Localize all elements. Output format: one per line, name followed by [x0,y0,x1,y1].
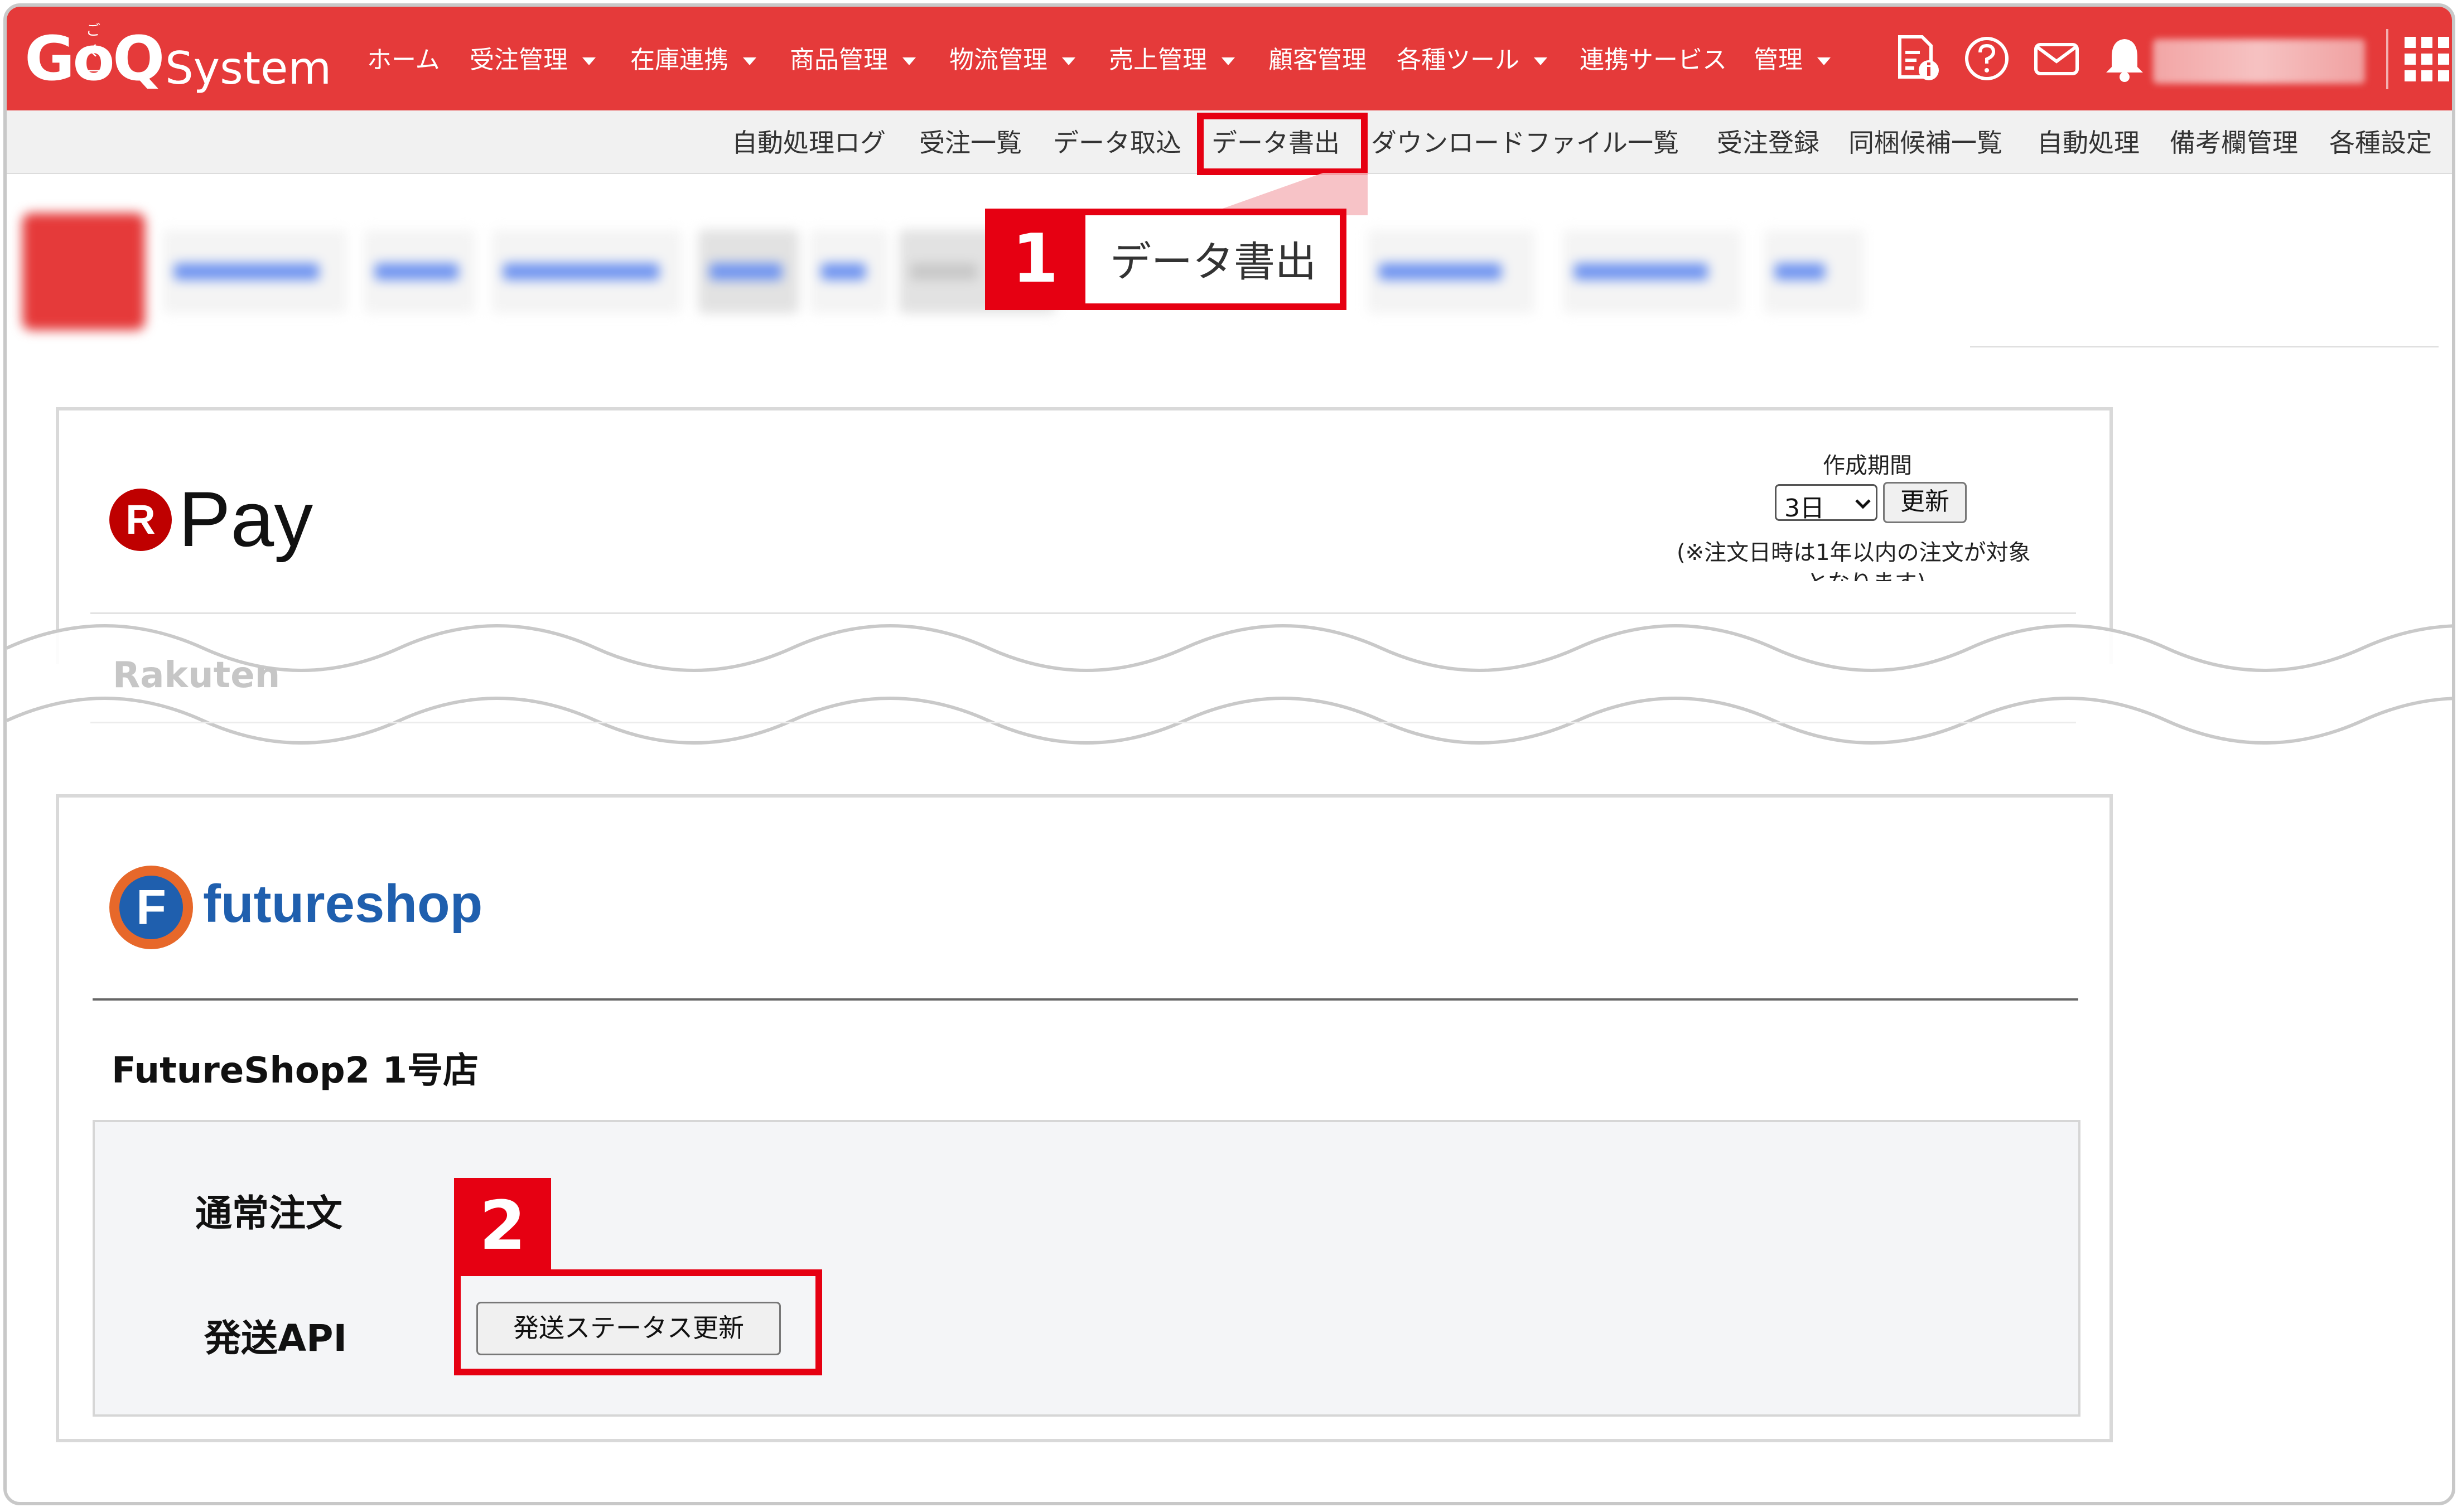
step-1-label: データ書出 [1110,238,1316,286]
chevron-down-icon [582,57,596,65]
nav-divider [2386,29,2388,89]
chevron-down-icon [1855,499,1871,509]
user-account-blurred[interactable] [2153,39,2365,84]
futureshop-divider [93,998,2078,1001]
shop-name: FutureShop2 1号店 [112,1050,479,1091]
tab-strip-baseline [1970,346,2439,347]
futureshop-logo-mark: F [109,866,193,949]
subnav-data-import[interactable]: データ取込 [1053,127,1181,158]
subnav-order-register[interactable]: 受注登録 [1717,127,1819,158]
chevron-down-icon [1062,57,1075,65]
period-select[interactable]: 3日 [1775,484,1877,523]
faded-divider [90,722,2076,723]
step-2-badge: 2 [454,1178,551,1275]
document-info-icon[interactable] [1892,33,1942,84]
nav-tools[interactable]: 各種ツール [1397,45,1547,76]
section-cut-wave [7,624,2452,745]
nav-sales[interactable]: 売上管理 [1109,45,1235,76]
highlight-data-export [1197,113,1368,175]
subnav-order-list[interactable]: 受注一覧 [919,127,1022,158]
rpay-logo-mark: R [109,489,172,551]
subnav-bundle-candidates[interactable]: 同梱候補一覧 [1848,127,2002,158]
period-note-line2: となります) [1806,564,1925,581]
nav-home[interactable]: ホーム [367,45,440,76]
nav-order-management[interactable]: 受注管理 [470,45,596,76]
chevron-down-icon [902,57,916,65]
chevron-down-icon [1534,57,1547,65]
subnav-remarks-management[interactable]: 備考欄管理 [2170,127,2298,158]
order-export-box: 通常注文 発送API 発送ステータス更新 [93,1120,2080,1417]
rpay-logo-text: Pay [178,475,313,563]
subnav-auto-process-log[interactable]: 自動処理ログ [732,127,886,158]
futureshop-panel: F futureshop FutureShop2 1号店 通常注文 発送API … [56,794,2113,1442]
nav-customer-management[interactable]: 顧客管理 [1268,45,1367,76]
nav-product-management[interactable]: 商品管理 [790,45,916,76]
shipping-api-label: 発送API [204,1317,347,1360]
period-update-button[interactable]: 更新 [1883,482,1967,523]
highlight-status-update [454,1269,822,1375]
nav-admin[interactable]: 管理 [1754,45,1831,76]
logo-goq: GoQ [25,23,165,94]
chevron-down-icon [743,57,756,65]
subnav-settings[interactable]: 各種設定 [2329,127,2432,158]
step-1-callout: データ書出 [1079,209,1346,310]
logo-system: System [165,42,332,94]
help-icon[interactable] [1962,33,2012,84]
step-1-badge: 1 [985,209,1085,310]
top-navbar: ごくー GoQ System ホーム 受注管理 在庫連携 商品管理 物流管理 売… [7,7,2452,110]
nav-linked-services[interactable]: 連携サービス [1580,45,1727,76]
bell-icon[interactable] [2099,33,2150,84]
nav-logistics[interactable]: 物流管理 [949,45,1075,76]
mail-icon[interactable] [2031,33,2082,84]
period-label: 作成期間 [1823,453,1912,479]
chevron-down-icon [1222,57,1235,65]
subnav-download-files[interactable]: ダウンロードファイル一覧 [1371,127,1679,158]
store-tabs-blurred [7,191,1886,352]
apps-grid-icon[interactable] [2403,36,2450,83]
nav-inventory-link[interactable]: 在庫連携 [630,45,756,76]
normal-order-label: 通常注文 [195,1192,342,1235]
chevron-down-icon [1817,57,1831,65]
rakuten-faded-label: Rakuten [113,655,281,696]
screenshot-frame: ごくー GoQ System ホーム 受注管理 在庫連携 商品管理 物流管理 売… [3,3,2455,1505]
subnav-auto-process[interactable]: 自動処理 [2037,127,2140,158]
futureshop-logo-text: futureshop [203,874,483,934]
period-note-line1: (※注文日時は1年以内の注文が対象 [1677,540,2031,566]
